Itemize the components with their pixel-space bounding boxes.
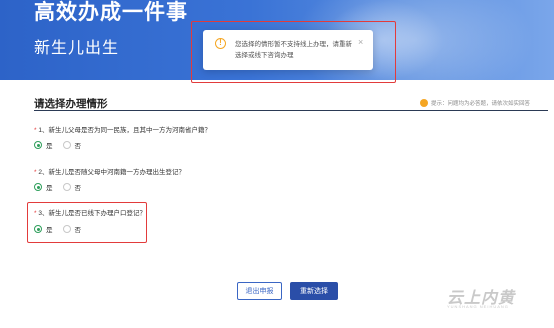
question-1-options: 是 否 — [34, 140, 91, 150]
radio-no-q3[interactable] — [62, 225, 71, 233]
question-2: * 2、新生儿是否随父母中河南籍一方办理出生登记？ — [34, 166, 185, 176]
option-label: 否 — [74, 143, 82, 150]
radio-no-q2[interactable] — [62, 183, 71, 191]
option-label: 是 — [46, 143, 53, 150]
question-3: * 3、新生儿是否已线下办理户口登记？ — [34, 207, 146, 217]
option-label: 否 — [74, 227, 82, 234]
required-mark: * — [34, 210, 37, 217]
watermark-subtext: YUNSHANG NEIHUANG — [447, 304, 509, 309]
section-divider — [34, 110, 548, 111]
required-mark: * — [34, 169, 37, 176]
section-title: 请选择办理情形 — [34, 98, 108, 110]
question-2-options: 是 否 — [34, 182, 91, 192]
radio-no-q1[interactable] — [62, 141, 71, 149]
info-icon — [420, 99, 428, 107]
banner-title: 高效办成一件事 — [34, 1, 188, 24]
hint-label: 提示：问题均为必答题，请依次如实回答 — [431, 101, 531, 107]
toast-message: 您选择的情形暂不支持线上办理，请重新选择或线下咨询办理 — [235, 41, 352, 59]
required-mark: * — [34, 127, 37, 134]
exit-application-button[interactable]: 退出申报 — [237, 282, 282, 300]
warning-icon: ! — [215, 38, 226, 49]
option-label: 是 — [46, 185, 53, 192]
radio-yes-q1[interactable] — [34, 141, 42, 149]
radio-yes-q3[interactable] — [34, 225, 42, 233]
question-1: * 1、新生儿父母是否为同一民族，且其中一方为河南省户籍？ — [34, 124, 211, 134]
reselect-button[interactable]: 重新选择 — [290, 282, 338, 300]
banner-subtitle: 新生儿出生 — [34, 40, 120, 57]
question-text: 3、新生儿是否已线下办理户口登记？ — [38, 210, 146, 217]
option-label: 是 — [46, 227, 53, 234]
question-3-options: 是 否 — [34, 224, 91, 234]
option-label: 否 — [74, 185, 82, 192]
warning-toast: ! 您选择的情形暂不支持线上办理，请重新选择或线下咨询办理 × — [203, 30, 373, 70]
question-text: 1、新生儿父母是否为同一民族，且其中一方为河南省户籍？ — [38, 127, 211, 134]
question-text: 2、新生儿是否随父母中河南籍一方办理出生登记？ — [38, 169, 185, 176]
radio-yes-q2[interactable] — [34, 183, 42, 191]
close-icon[interactable]: × — [358, 37, 363, 47]
hint-text: 提示：问题均为必答题，请依次如实回答 — [420, 99, 530, 107]
